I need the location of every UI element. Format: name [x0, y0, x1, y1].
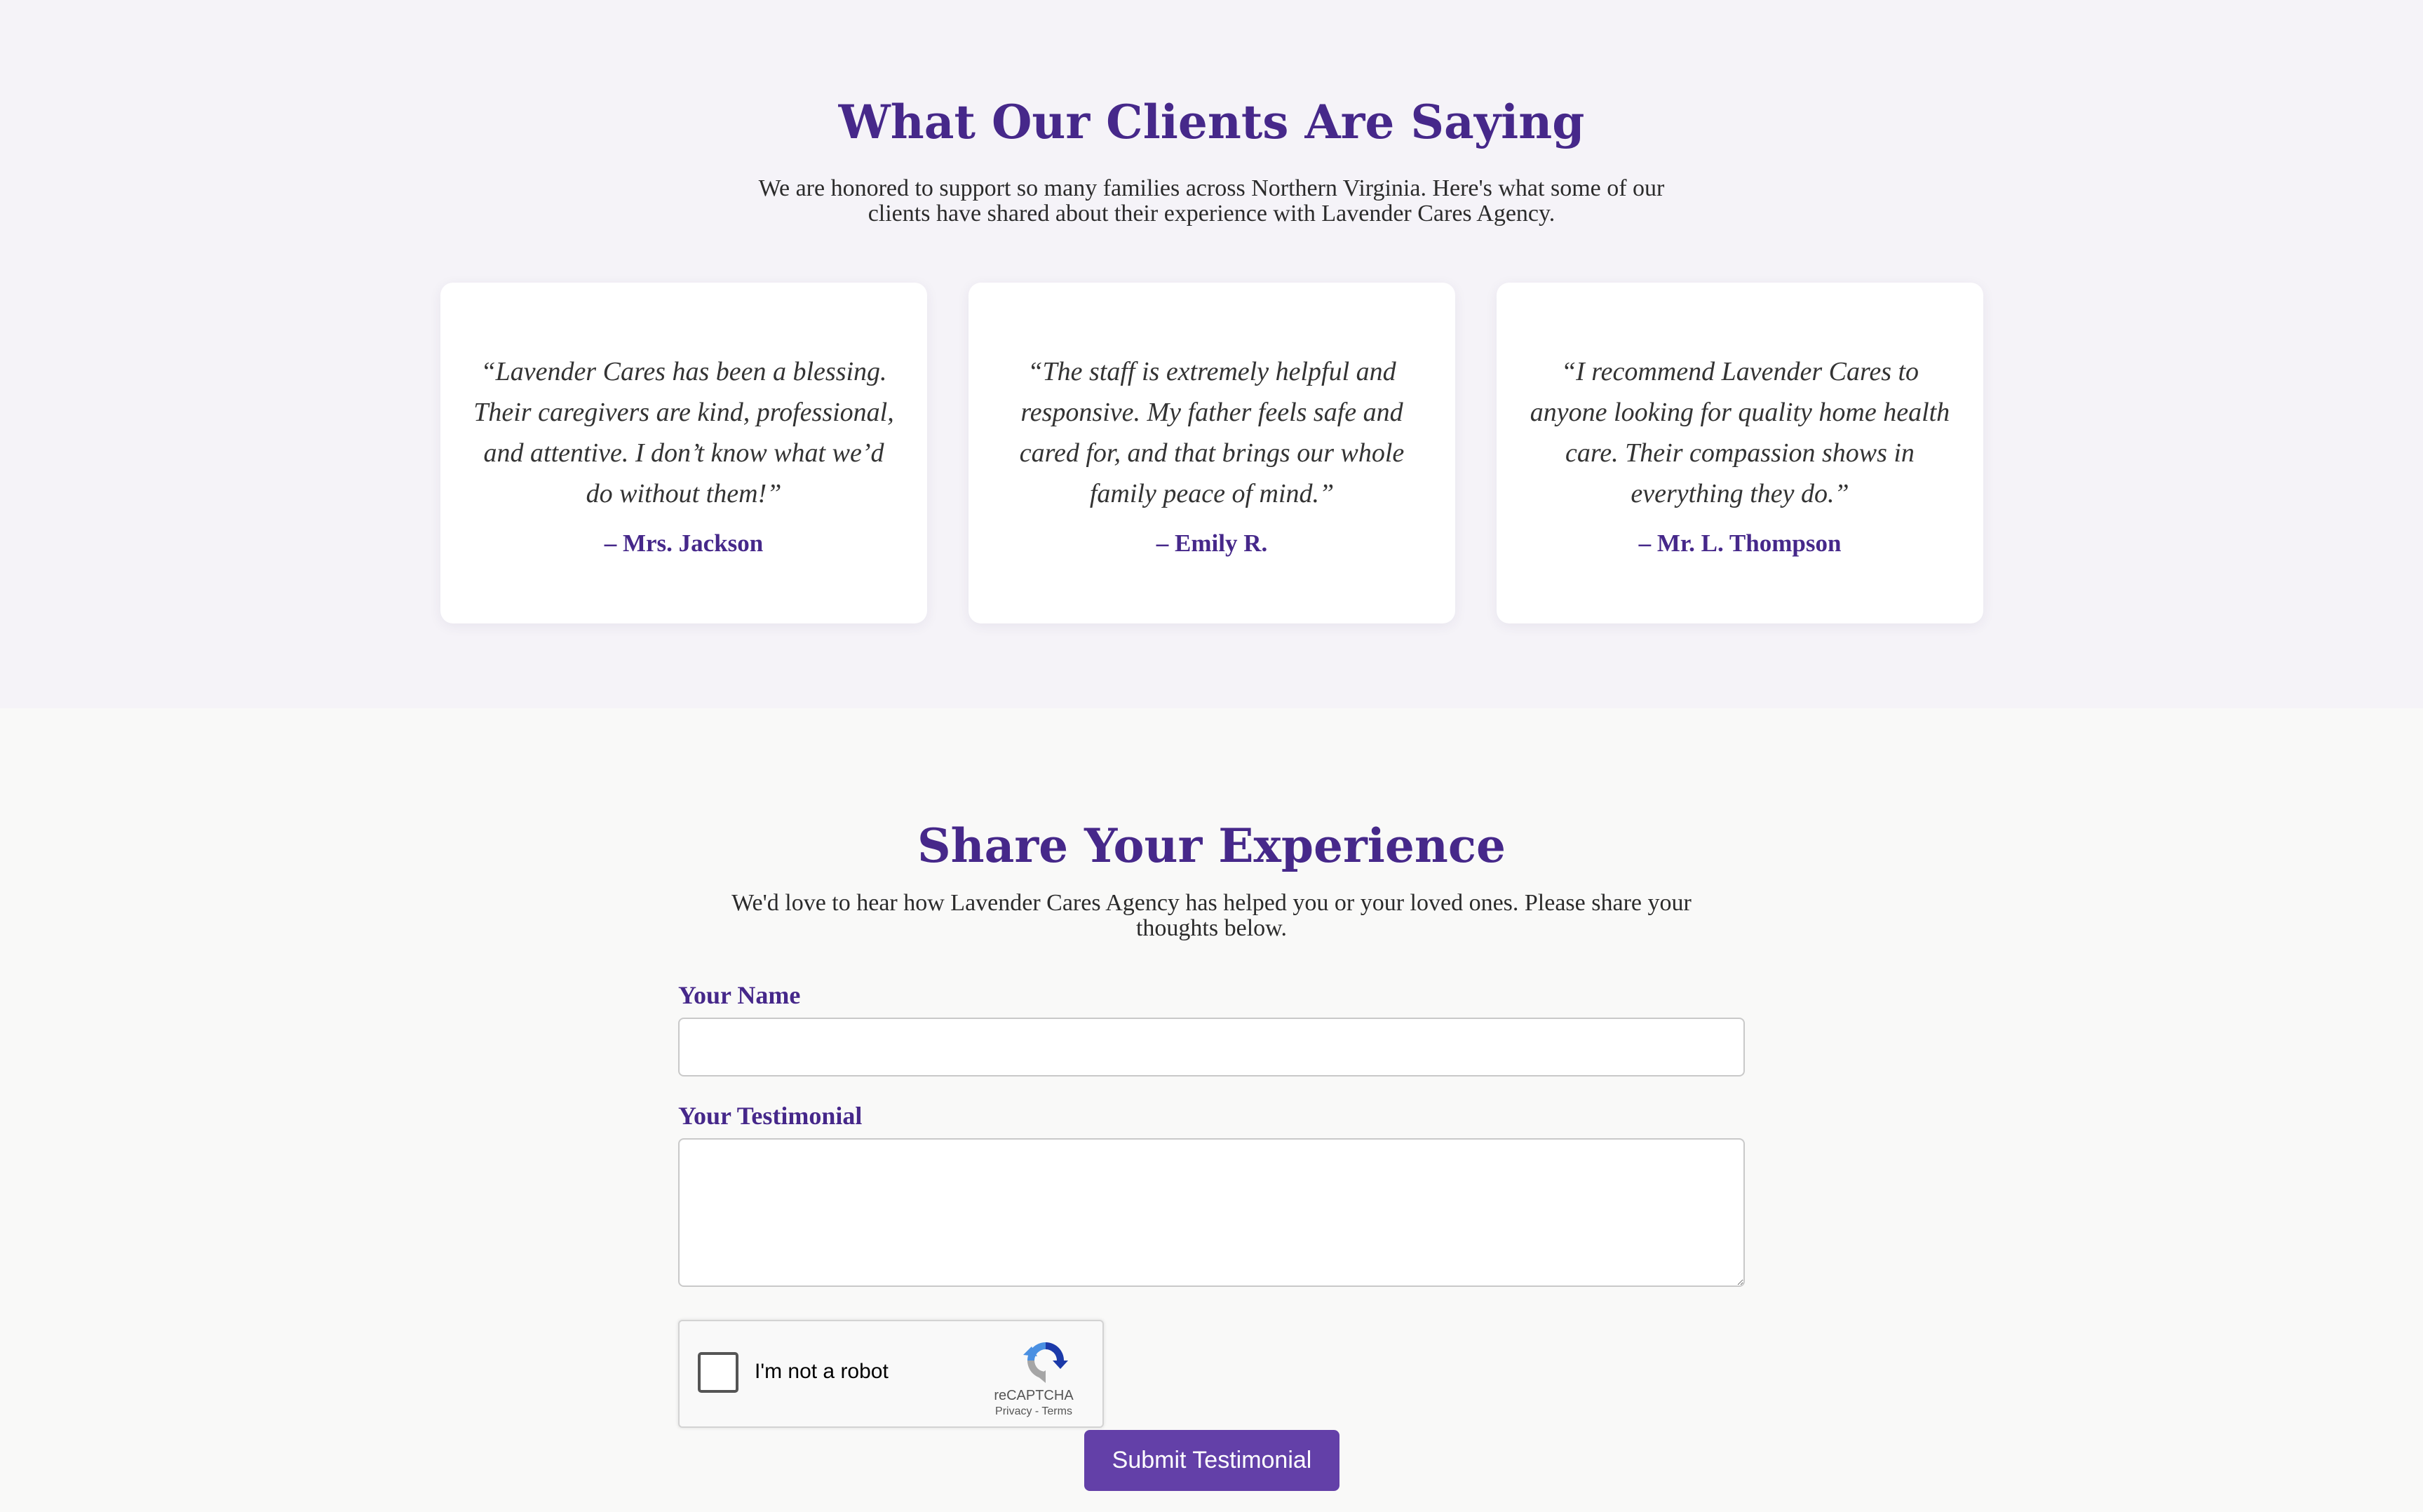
recaptcha-logo-icon — [1023, 1342, 1068, 1383]
recaptcha-links: Privacy - Terms — [973, 1405, 1095, 1419]
recaptcha-privacy-link[interactable]: Privacy — [995, 1405, 1032, 1417]
recaptcha-terms-link[interactable]: Terms — [1041, 1405, 1072, 1417]
share-subtitle: We'd love to hear how Lavender Cares Age… — [731, 890, 1692, 941]
testimonials-section: What Our Clients Are Saying We are honor… — [0, 0, 2423, 708]
testimonials-title: What Our Clients Are Saying — [838, 95, 1585, 149]
testimonial-author: – Emily R. — [1156, 529, 1268, 557]
recaptcha-widget: I'm not a robot reCAPTCHA Privacy - Term… — [678, 1320, 1104, 1428]
recaptcha-checkbox[interactable] — [698, 1352, 738, 1393]
testimonial-quote: “The staff is extremely helpful and resp… — [1019, 357, 1405, 508]
recaptcha-link-separator: - — [1032, 1405, 1042, 1417]
testimonial-quote: “Lavender Cares has been a blessing. The… — [473, 357, 894, 508]
testimonial-card: “I recommend Lavender Cares to anyone lo… — [1497, 283, 1983, 623]
testimonial-card: “The staff is extremely helpful and resp… — [968, 283, 1455, 623]
share-experience-section: Share Your Experience We'd love to hear … — [0, 708, 2423, 1512]
name-input[interactable] — [678, 1018, 1745, 1076]
testimonial-label: Your Testimonial — [678, 1102, 863, 1130]
testimonial-author: – Mrs. Jackson — [604, 529, 764, 557]
recaptcha-brand: reCAPTCHA — [994, 1388, 1074, 1403]
testimonial-card: “Lavender Cares has been a blessing. The… — [440, 283, 927, 623]
recaptcha-label: I'm not a robot — [755, 1360, 889, 1383]
submit-testimonial-button[interactable]: Submit Testimonial — [1084, 1430, 1339, 1491]
share-title: Share Your Experience — [917, 818, 1506, 873]
testimonial-quote: “I recommend Lavender Cares to anyone lo… — [1530, 357, 1950, 508]
testimonials-subtitle: We are honored to support so many famili… — [758, 175, 1665, 227]
testimonial-textarea[interactable] — [678, 1138, 1745, 1287]
testimonial-author: – Mr. L. Thompson — [1638, 529, 1842, 557]
name-label: Your Name — [678, 981, 801, 1009]
